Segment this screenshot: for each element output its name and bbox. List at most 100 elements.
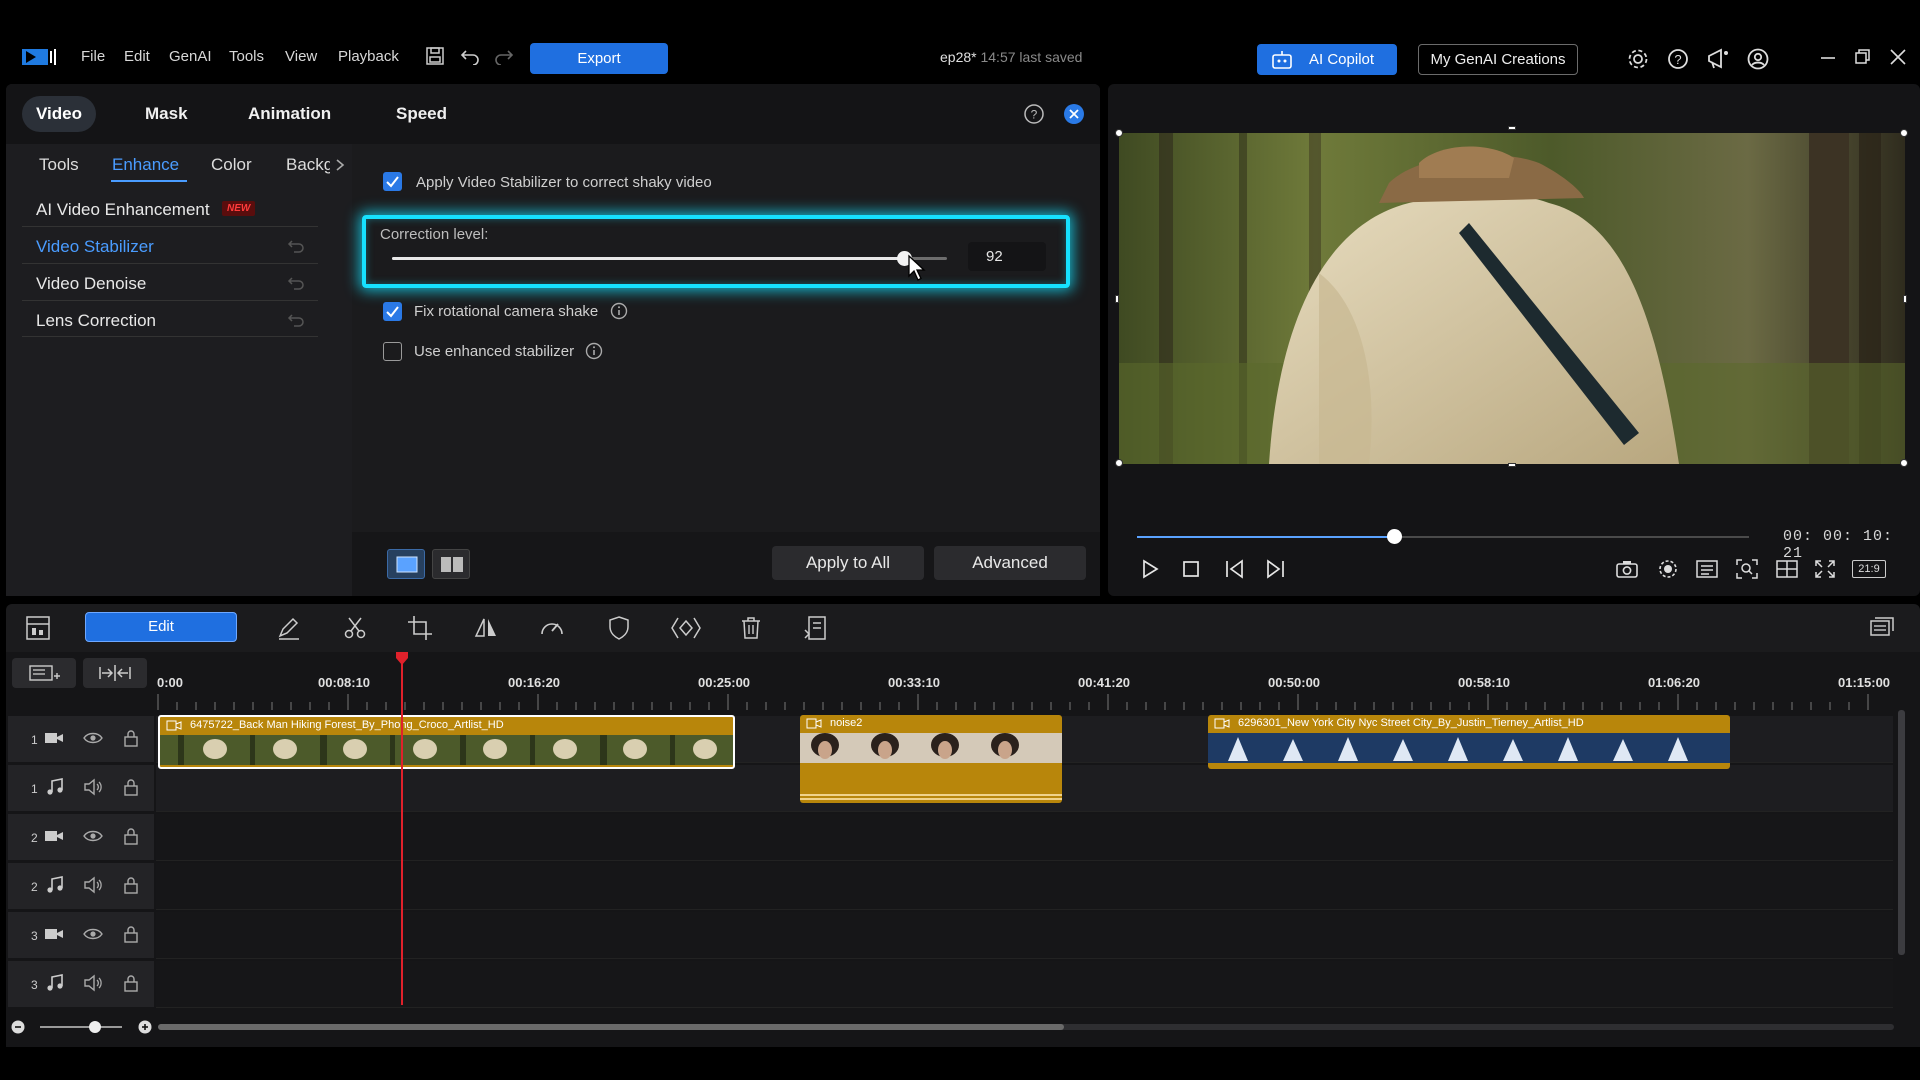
tab-mask[interactable]: Mask bbox=[145, 104, 188, 124]
speaker-volume-icon[interactable] bbox=[82, 875, 104, 895]
resize-handle[interactable] bbox=[1900, 459, 1908, 467]
resize-handle[interactable] bbox=[1903, 295, 1907, 303]
apply-to-all-button[interactable]: Apply to All bbox=[772, 546, 924, 580]
lock-icon[interactable] bbox=[122, 973, 140, 993]
panel-help-icon[interactable]: ? bbox=[1023, 103, 1045, 125]
menu-tools[interactable]: Tools bbox=[229, 48, 264, 65]
zoom-slider-track[interactable] bbox=[40, 1026, 122, 1028]
app-logo[interactable] bbox=[22, 47, 58, 67]
playhead-line[interactable] bbox=[401, 653, 403, 1005]
resize-handle[interactable] bbox=[1508, 463, 1516, 467]
save-icon[interactable] bbox=[425, 46, 445, 66]
zoom-slider-handle[interactable] bbox=[89, 1021, 101, 1033]
sidebar-item-ai-video-enhancement[interactable]: AI Video Enhancement bbox=[36, 200, 210, 220]
flip-icon[interactable] bbox=[472, 614, 500, 642]
close-window-icon[interactable] bbox=[1888, 47, 1912, 71]
stop-icon[interactable] bbox=[1178, 557, 1204, 581]
help-icon[interactable]: ? bbox=[1666, 47, 1690, 71]
mask-shield-icon[interactable] bbox=[605, 614, 633, 642]
track-row[interactable] bbox=[156, 912, 1893, 959]
video-clip[interactable]: 6475722_Back Man Hiking Forest_By_Phong_… bbox=[158, 715, 735, 769]
menu-genai[interactable]: GenAI bbox=[169, 48, 212, 65]
reset-icon[interactable] bbox=[286, 273, 306, 293]
single-view-layout-icon[interactable] bbox=[387, 549, 425, 579]
account-avatar-icon[interactable] bbox=[1746, 47, 1770, 71]
info-icon[interactable] bbox=[610, 302, 628, 320]
crop-icon[interactable] bbox=[406, 614, 434, 642]
timeline-ruler[interactable] bbox=[156, 664, 1896, 712]
enhanced-stabilizer-checkbox[interactable] bbox=[383, 342, 402, 361]
subtab-color[interactable]: Color bbox=[211, 155, 252, 175]
zoom-in-icon[interactable] bbox=[138, 1020, 152, 1034]
menu-edit[interactable]: Edit bbox=[124, 48, 150, 65]
tab-speed[interactable]: Speed bbox=[396, 104, 447, 124]
vertical-scrollbar[interactable] bbox=[1898, 710, 1905, 955]
sidebar-item-video-stabilizer[interactable]: Video Stabilizer bbox=[36, 237, 154, 257]
undo-icon[interactable] bbox=[460, 47, 480, 65]
pen-tool-icon[interactable] bbox=[275, 614, 303, 642]
settings-gear-icon[interactable] bbox=[1626, 47, 1650, 71]
mixer-panel-icon[interactable] bbox=[24, 614, 52, 642]
play-icon[interactable] bbox=[1137, 557, 1163, 581]
split-view-layout-icon[interactable] bbox=[432, 549, 470, 579]
quality-settings-icon[interactable] bbox=[1694, 557, 1720, 581]
restore-window-icon[interactable] bbox=[1853, 47, 1877, 71]
eye-visibility-icon[interactable] bbox=[82, 925, 104, 943]
render-preview-icon[interactable] bbox=[1655, 557, 1681, 581]
fullscreen-icon[interactable] bbox=[1812, 557, 1838, 581]
subtab-enhance[interactable]: Enhance bbox=[112, 155, 179, 175]
chevron-right-icon[interactable] bbox=[334, 157, 346, 173]
notifications-megaphone-icon[interactable] bbox=[1706, 47, 1730, 71]
tab-video[interactable]: Video bbox=[22, 96, 96, 132]
minimize-icon[interactable] bbox=[1818, 47, 1842, 71]
info-icon[interactable] bbox=[585, 342, 603, 360]
track-row[interactable] bbox=[156, 814, 1893, 861]
preview-scrubber-handle[interactable] bbox=[1387, 529, 1402, 544]
fix-rotational-checkbox[interactable] bbox=[383, 302, 402, 321]
grid-lines-icon[interactable] bbox=[1774, 557, 1800, 581]
next-frame-icon[interactable] bbox=[1262, 557, 1288, 581]
track-row[interactable] bbox=[156, 863, 1893, 910]
playhead-marker[interactable] bbox=[394, 652, 410, 666]
zoom-preview-icon[interactable] bbox=[1734, 557, 1760, 581]
ai-copilot-button[interactable]: AI Copilot bbox=[1257, 44, 1397, 75]
resize-handle[interactable] bbox=[1115, 459, 1123, 467]
eye-visibility-icon[interactable] bbox=[82, 729, 104, 747]
snapshot-camera-icon[interactable] bbox=[1614, 557, 1640, 581]
advanced-button[interactable]: Advanced bbox=[934, 546, 1086, 580]
resize-handle[interactable] bbox=[1115, 295, 1119, 303]
resize-handle[interactable] bbox=[1508, 126, 1516, 130]
my-genai-creations-button[interactable]: My GenAI Creations bbox=[1418, 44, 1578, 75]
resize-handle[interactable] bbox=[1900, 129, 1908, 137]
menu-view[interactable]: View bbox=[285, 48, 317, 65]
apply-stabilizer-checkbox[interactable] bbox=[383, 172, 402, 191]
timeline-settings-icon[interactable] bbox=[1868, 614, 1896, 642]
panel-close-icon[interactable] bbox=[1063, 103, 1085, 125]
redo-icon[interactable] bbox=[494, 47, 514, 65]
resize-handle[interactable] bbox=[1115, 129, 1123, 137]
lock-icon[interactable] bbox=[122, 826, 140, 846]
scissors-icon[interactable] bbox=[341, 614, 369, 642]
lock-icon[interactable] bbox=[122, 924, 140, 944]
subtab-background[interactable]: Backg bbox=[286, 155, 330, 175]
menu-playback[interactable]: Playback bbox=[338, 48, 399, 65]
video-preview-frame[interactable] bbox=[1119, 133, 1905, 464]
subtab-tools[interactable]: Tools bbox=[39, 155, 79, 175]
more-tools-icon[interactable] bbox=[802, 614, 830, 642]
speaker-volume-icon[interactable] bbox=[82, 777, 104, 797]
menu-file[interactable]: File bbox=[81, 48, 105, 65]
zoom-out-icon[interactable] bbox=[11, 1020, 25, 1034]
eye-visibility-icon[interactable] bbox=[82, 827, 104, 845]
tab-animation[interactable]: Animation bbox=[248, 104, 331, 124]
video-clip[interactable]: 6296301_New York City Nyc Street City_By… bbox=[1208, 715, 1730, 769]
video-clip[interactable]: noise2 bbox=[800, 715, 1062, 803]
export-button[interactable]: Export bbox=[530, 43, 668, 74]
delete-trash-icon[interactable] bbox=[737, 614, 765, 642]
add-track-icon[interactable] bbox=[12, 658, 76, 688]
lock-icon[interactable] bbox=[122, 728, 140, 748]
keyframe-icon[interactable] bbox=[670, 614, 701, 642]
horizontal-scrollbar-thumb[interactable] bbox=[158, 1024, 1064, 1030]
reset-icon[interactable] bbox=[286, 236, 306, 256]
reset-icon[interactable] bbox=[286, 310, 306, 330]
speaker-volume-icon[interactable] bbox=[82, 973, 104, 993]
